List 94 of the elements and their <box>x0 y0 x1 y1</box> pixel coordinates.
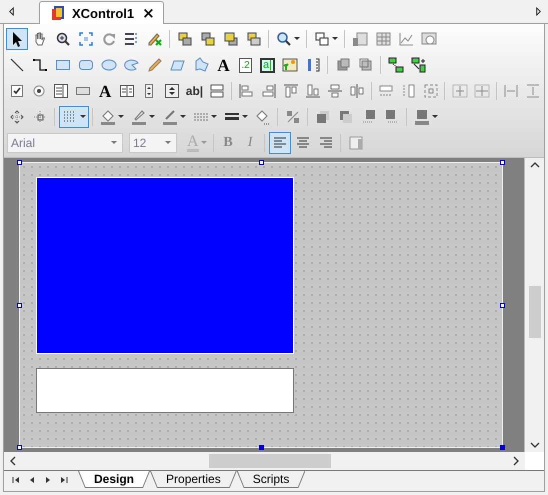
spacing-icon <box>474 83 490 99</box>
selection-handle[interactable] <box>500 445 505 450</box>
frame-corners-icon <box>78 31 94 47</box>
slash-icon <box>285 109 301 125</box>
move-icon <box>9 109 25 125</box>
scroll-down-icon[interactable] <box>530 442 540 448</box>
size-icon <box>400 83 417 99</box>
listbox-icon <box>52 83 69 99</box>
dot-grid-tool-button[interactable] <box>59 106 89 128</box>
font-size-dropdown[interactable]: 12 <box>129 133 177 153</box>
frame-icon <box>358 57 374 73</box>
table-icon <box>375 31 391 47</box>
spacing-icon <box>503 83 520 99</box>
selection-handle[interactable] <box>259 445 264 450</box>
align-bottom-icon <box>304 83 321 99</box>
pencil-icon <box>147 31 163 47</box>
selection-handle[interactable] <box>17 303 22 308</box>
magnifier-icon <box>55 31 71 47</box>
selection-handle[interactable] <box>500 303 505 308</box>
selection-handle[interactable] <box>500 160 505 165</box>
selection-handle[interactable] <box>259 160 264 165</box>
close-button[interactable]: × <box>140 6 157 20</box>
letter-a-tool-button[interactable]: A <box>94 80 116 102</box>
scroll-left-icon[interactable] <box>10 456 16 466</box>
scroll-thumb[interactable] <box>209 454 331 468</box>
caret-icon <box>165 141 171 145</box>
first-page-icon[interactable] <box>11 475 21 485</box>
selection-handle[interactable] <box>17 445 22 450</box>
center-vertical-icon <box>327 83 344 99</box>
size-icon <box>422 83 439 99</box>
last-page-icon[interactable] <box>59 475 69 485</box>
ellipse-icon <box>101 57 117 73</box>
stack-icon <box>315 109 331 125</box>
scroll-up-icon[interactable] <box>530 162 540 168</box>
connector-icon <box>32 57 48 73</box>
ruler-icon <box>305 57 321 73</box>
line-icon <box>9 57 25 73</box>
frame-icon <box>335 57 351 73</box>
spacing-icon <box>525 83 542 99</box>
letter-a-tool-button[interactable]: A <box>213 54 234 76</box>
align-top-icon <box>282 83 299 99</box>
chart-icon <box>398 31 414 47</box>
search-icon <box>276 31 292 47</box>
selection-handle[interactable] <box>17 160 22 165</box>
document-tab[interactable]: XControl1 × <box>39 1 164 24</box>
squares-icon <box>223 31 239 47</box>
table-icon <box>119 83 136 99</box>
center-horizontal-icon <box>349 83 366 99</box>
nodes-icon <box>411 57 427 73</box>
pointer-tool-button[interactable] <box>6 28 28 50</box>
squares-icon <box>246 31 262 47</box>
scroll-right-icon[interactable] <box>513 456 519 466</box>
scroll-right-icon[interactable] <box>535 7 542 16</box>
windows-icon <box>314 31 330 47</box>
marked-square-icon <box>8 83 25 99</box>
picture-icon <box>282 57 298 73</box>
stack-icon <box>361 109 377 125</box>
rectangle-icon <box>55 57 71 73</box>
dot-circle-icon <box>30 83 47 99</box>
document-icon <box>352 31 368 47</box>
sheet-tab[interactable]: Properties <box>150 471 237 488</box>
align-left-icon <box>238 83 254 99</box>
squares-icon <box>200 31 216 47</box>
stack-icon <box>338 109 354 125</box>
rounded-rectangle-icon <box>78 57 94 73</box>
align-left-button[interactable] <box>268 132 291 154</box>
sheet-tab[interactable]: Design <box>78 471 150 488</box>
pencil-icon <box>147 57 163 73</box>
text-label-tool-button[interactable]: ab| <box>183 80 206 102</box>
brush-icon <box>131 109 147 125</box>
color-square-icon <box>414 109 430 125</box>
font-dropdown[interactable]: Arial <box>7 133 123 153</box>
align-right-icon <box>260 83 277 99</box>
vertical-scrollbar[interactable] <box>525 158 544 452</box>
horizontal-scrollbar[interactable] <box>4 452 525 470</box>
pie-icon <box>124 57 140 73</box>
caret-icon <box>111 141 117 145</box>
squares-icon <box>177 31 193 47</box>
spacing-icon <box>452 83 468 99</box>
resize-icon <box>32 109 48 125</box>
blob-icon <box>193 57 209 73</box>
stack-icon <box>384 109 400 125</box>
circular-arrow-icon <box>101 31 117 47</box>
sheet-tab[interactable]: Scripts <box>236 471 306 488</box>
nodes-icon <box>388 57 404 73</box>
document-tab-title: XControl1 <box>72 6 134 20</box>
splitter-icon <box>209 83 226 99</box>
document-icon <box>50 5 66 21</box>
pen-icon <box>162 109 178 125</box>
frame-icon <box>348 135 364 151</box>
scroll-thumb[interactable] <box>528 286 540 338</box>
scroll-left-icon[interactable] <box>8 7 15 16</box>
caret-icon <box>200 141 207 145</box>
spin-icon <box>164 83 180 99</box>
